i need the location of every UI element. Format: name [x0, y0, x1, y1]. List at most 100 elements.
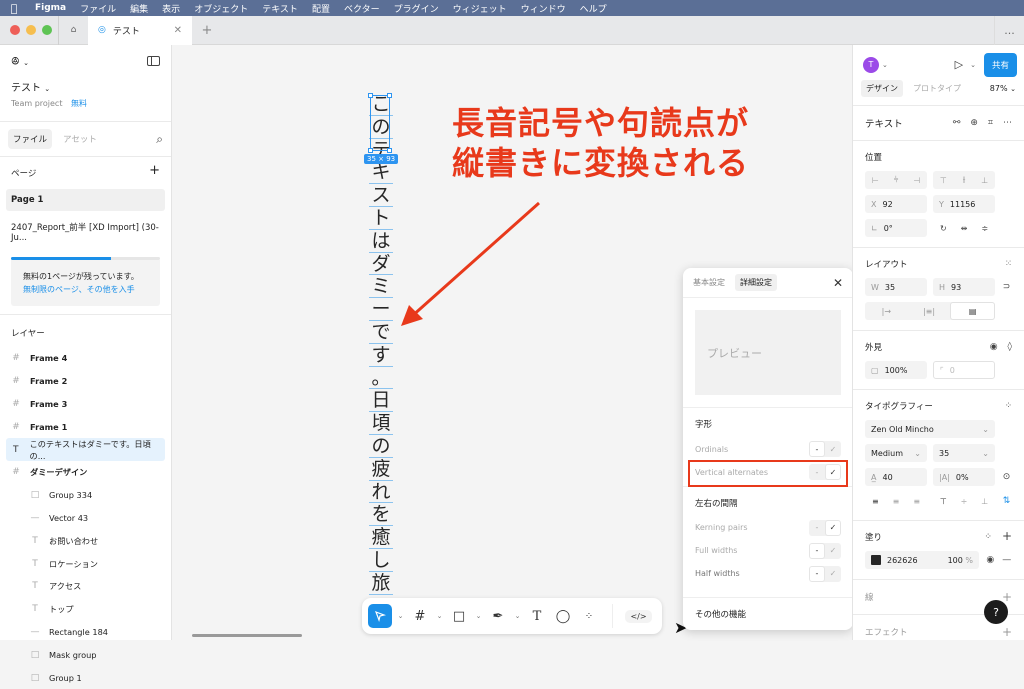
- width-field[interactable]: W 35: [865, 278, 927, 296]
- layer-item[interactable]: □ Group 1: [0, 666, 171, 689]
- remove-fill-icon[interactable]: —: [1002, 555, 1013, 565]
- align-h-center-icon[interactable]: ⫩: [886, 171, 907, 189]
- feature-on-button[interactable]: ✓: [825, 519, 841, 536]
- layer-item[interactable]: T トップ: [0, 598, 171, 621]
- text-align-right-icon[interactable]: ≡: [906, 492, 927, 510]
- tab-file[interactable]: ファイル: [8, 129, 53, 149]
- pen-tool[interactable]: ✒: [487, 604, 509, 628]
- file-name[interactable]: テスト ⌄: [11, 79, 160, 94]
- selection-box[interactable]: [368, 93, 392, 153]
- layer-item[interactable]: # Frame 3: [0, 393, 171, 416]
- feature-on-button[interactable]: ✓: [825, 543, 841, 559]
- tab-advanced-settings[interactable]: 詳細設定: [735, 274, 777, 291]
- layer-item[interactable]: T このテキストはダミーです。日頃の...: [6, 438, 165, 461]
- layer-item[interactable]: □ Group 334: [0, 484, 171, 507]
- menu-view[interactable]: 表示: [155, 2, 187, 15]
- search-icon[interactable]: ⌕: [156, 132, 163, 147]
- layer-item[interactable]: # Frame 4: [0, 347, 171, 370]
- chevron-down-icon[interactable]: ⌄: [970, 61, 976, 69]
- layer-item[interactable]: # ダミーデザイン: [0, 461, 171, 484]
- present-play-icon[interactable]: ▷: [955, 58, 963, 71]
- opacity-field[interactable]: ▢ 100%: [865, 361, 927, 379]
- auto-width-icon[interactable]: |→: [865, 302, 908, 320]
- letter-spacing-field[interactable]: |A| 0%: [933, 468, 995, 486]
- layer-item[interactable]: # Frame 1: [0, 415, 171, 438]
- pen-tool-chevron-icon[interactable]: ⌄: [513, 604, 522, 628]
- actions-tool[interactable]: ⁘: [578, 604, 600, 628]
- font-weight-select[interactable]: Medium ⌄: [865, 444, 927, 462]
- layout-grid-icon[interactable]: ⁙: [1005, 259, 1012, 269]
- feature-off-button[interactable]: -: [809, 565, 825, 582]
- dev-mode-toggle[interactable]: </>: [612, 604, 656, 628]
- add-fill-icon[interactable]: +: [1002, 530, 1012, 542]
- close-icon[interactable]: ✕: [833, 276, 843, 290]
- menu-widgets[interactable]: ウィジェット: [446, 2, 514, 15]
- figma-menu-button[interactable]: ꔮ ⌄: [11, 55, 29, 69]
- feature-on-button[interactable]: ✓: [825, 441, 841, 457]
- component-icon[interactable]: ⊕: [970, 118, 978, 128]
- help-button[interactable]: ?: [984, 600, 1008, 624]
- menu-text[interactable]: テキスト: [255, 2, 305, 15]
- frame-tool-chevron-icon[interactable]: ⌄: [435, 604, 444, 628]
- x-field[interactable]: X 92: [865, 195, 927, 213]
- plan-badge[interactable]: 無料: [71, 99, 87, 108]
- zoom-window-button[interactable]: [42, 25, 52, 35]
- tab-assets[interactable]: アセット: [58, 129, 102, 149]
- chevron-down-icon[interactable]: ⌄: [882, 61, 888, 69]
- close-window-button[interactable]: [10, 25, 20, 35]
- tab-basic-settings[interactable]: 基本設定: [693, 277, 725, 288]
- frame-selection-icon[interactable]: ⌗: [988, 118, 993, 128]
- page-item[interactable]: 2407_Report_前半 [XD Import] (30-Ju...: [6, 215, 165, 249]
- fill-field[interactable]: 262626 100 %: [865, 551, 979, 569]
- type-details-icon[interactable]: ⇅: [1001, 492, 1012, 510]
- blend-mode-icon[interactable]: ◊: [1008, 342, 1012, 352]
- align-top-icon[interactable]: ⊤: [933, 171, 954, 189]
- align-left-icon[interactable]: ⊢: [865, 171, 886, 189]
- menu-file[interactable]: ファイル: [73, 2, 123, 15]
- menu-arrange[interactable]: 配置: [305, 2, 337, 15]
- menu-figma[interactable]: Figma: [28, 3, 73, 13]
- minimize-window-button[interactable]: [26, 25, 36, 35]
- auto-height-icon[interactable]: |≡|: [908, 302, 951, 320]
- constrain-proportions-icon[interactable]: ⊃: [1001, 278, 1012, 296]
- resize-handle[interactable]: [368, 148, 373, 153]
- shape-tool[interactable]: □: [448, 604, 470, 628]
- font-family-select[interactable]: Zen Old Mincho ⌄: [865, 420, 995, 438]
- zoom-level[interactable]: 87% ⌄: [990, 84, 1016, 93]
- eye-icon[interactable]: ◉: [985, 555, 996, 565]
- feature-off-button[interactable]: -: [809, 520, 825, 536]
- link-icon[interactable]: ⚯: [953, 118, 961, 128]
- tab-design[interactable]: デザイン: [861, 79, 903, 97]
- frame-tool[interactable]: #: [409, 604, 431, 628]
- menu-edit[interactable]: 編集: [123, 2, 155, 15]
- toggle-sidebar-icon[interactable]: [147, 55, 160, 69]
- text-align-center-icon[interactable]: ≡: [886, 492, 907, 510]
- resize-handle[interactable]: [387, 148, 392, 153]
- type-settings-icon[interactable]: ⊙: [1001, 468, 1012, 486]
- file-tab[interactable]: ◎ テスト ✕: [88, 15, 192, 45]
- shape-tool-chevron-icon[interactable]: ⌄: [474, 604, 483, 628]
- text-align-bottom-icon[interactable]: ⊥: [974, 492, 995, 510]
- height-field[interactable]: H 93: [933, 278, 995, 296]
- vertical-text-layer[interactable]: このテキストはダミーです。日頃の疲れを癒し旅: [369, 93, 393, 595]
- menu-window[interactable]: ウィンドウ: [514, 2, 573, 15]
- layer-item[interactable]: # Frame 2: [0, 370, 171, 393]
- page-item[interactable]: Page 1: [6, 189, 165, 211]
- more-options-button[interactable]: ...: [994, 15, 1024, 45]
- flip-horizontal-icon[interactable]: ⇹: [954, 219, 975, 237]
- comment-tool[interactable]: ◯: [552, 604, 574, 628]
- apple-icon[interactable]: : [0, 2, 28, 15]
- menu-vector[interactable]: ベクター: [337, 2, 387, 15]
- text-align-left-icon[interactable]: ≡: [865, 492, 886, 510]
- align-right-icon[interactable]: ⊣: [906, 171, 927, 189]
- more-icon[interactable]: ⋯: [1003, 118, 1012, 128]
- text-tool[interactable]: T: [526, 604, 548, 628]
- feature-off-button[interactable]: -: [809, 441, 825, 458]
- text-align-top-icon[interactable]: ⊤: [933, 492, 954, 510]
- move-tool-chevron-icon[interactable]: ⌄: [396, 604, 405, 628]
- layer-item[interactable]: T ロケーション: [0, 552, 171, 575]
- feature-on-button[interactable]: ✓: [825, 566, 841, 582]
- layer-item[interactable]: — Vector 43: [0, 507, 171, 530]
- corner-radius-field[interactable]: ⌜ 0: [933, 361, 995, 379]
- line-height-field[interactable]: A̲ 40: [865, 468, 927, 486]
